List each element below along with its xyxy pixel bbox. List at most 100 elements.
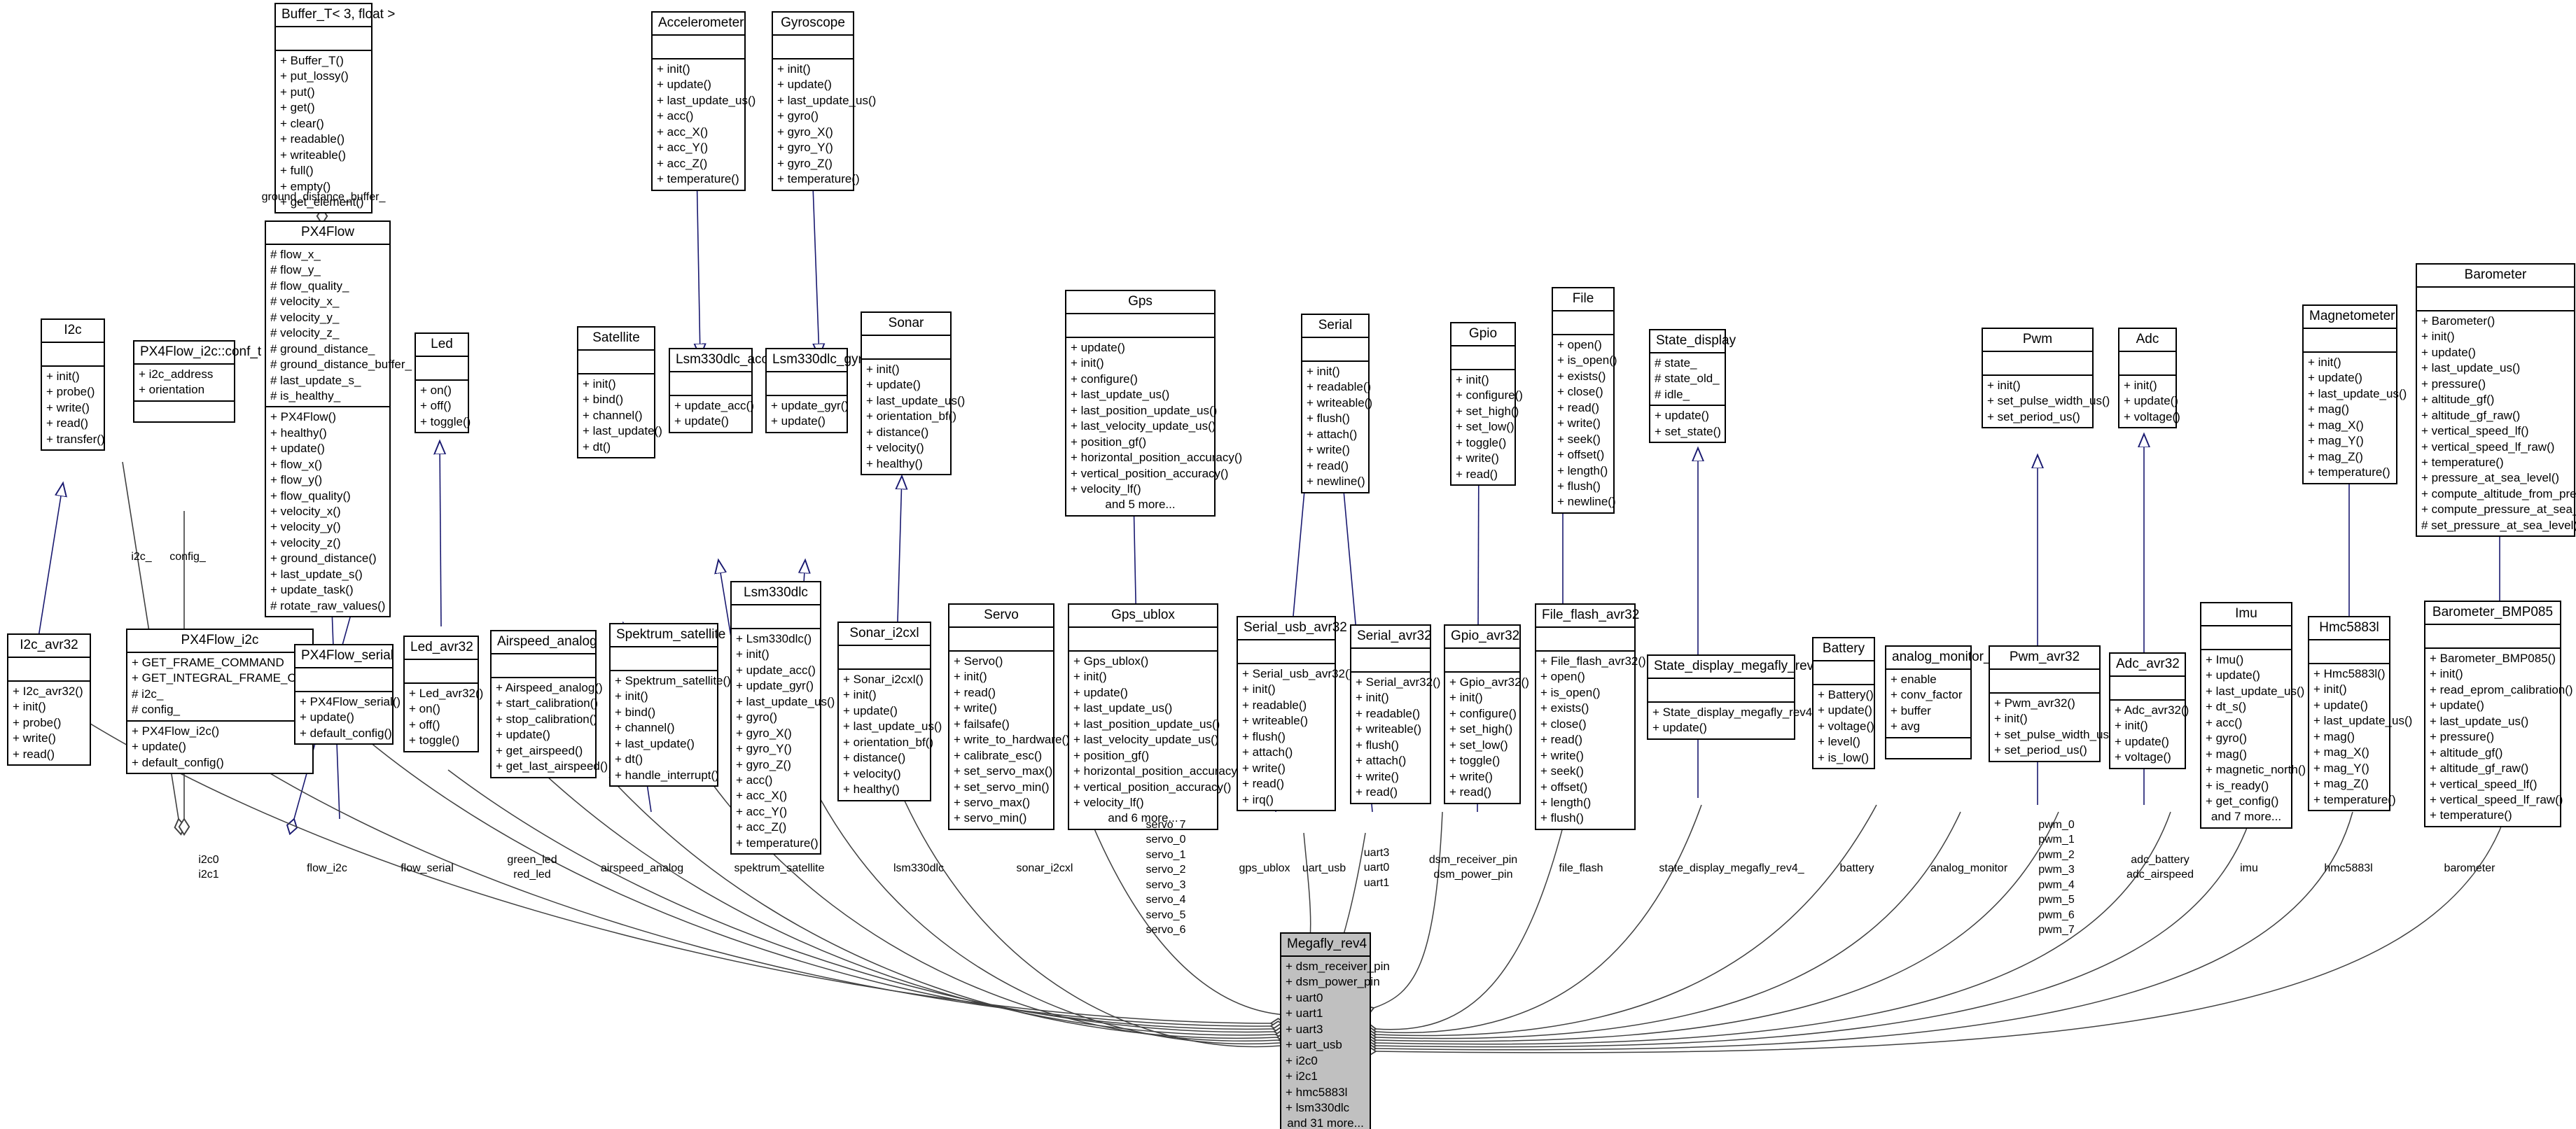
label-line: servo_6 xyxy=(1146,924,1186,937)
member: + close() xyxy=(1540,717,1587,731)
class-barometer[interactable]: Barometer + Barometer() + init() + updat… xyxy=(2416,263,2576,538)
class-attributes xyxy=(732,605,820,629)
class-serial-usb-avr32[interactable]: Serial_usb_avr32 + Serial_usb_avr32() + … xyxy=(1237,616,1353,811)
member: + update_acc() xyxy=(736,663,816,677)
class-i2c[interactable]: I2c + init() + probe() + write() + read(… xyxy=(41,318,105,451)
member: + update() xyxy=(300,710,354,724)
class-name: PX4Flow_i2c xyxy=(127,630,312,653)
class-state-display[interactable]: State_display # state_ # state_old_ # id… xyxy=(1649,329,1736,444)
class-attributes xyxy=(2425,625,2560,649)
class-servo[interactable]: Servo + Servo() + init() + read() + writ… xyxy=(948,603,1070,830)
class-lsm330dlc-gyr[interactable]: Lsm330dlc_gyr + update_gyr() + update() xyxy=(765,348,863,433)
class-led-avr32[interactable]: Led_avr32 + Led_avr32() + on() + off() +… xyxy=(403,636,483,752)
class-gps[interactable]: Gps + update() + init() + configure() + … xyxy=(1065,290,1242,517)
class-operations: + Battery() + update() + voltage() + lev… xyxy=(1813,685,1874,768)
class-operations: + init() + update() + last_update_us() +… xyxy=(773,59,876,190)
class-px4flow-i2c[interactable]: PX4Flow_i2c + GET_FRAME_COMMAND + GET_IN… xyxy=(126,629,350,775)
class-px4flow-serial[interactable]: PX4Flow_serial + PX4Flow_serial() + upda… xyxy=(294,644,401,745)
member: + File_flash_avr32() xyxy=(1540,654,1646,668)
class-operations: + PX4Flow_serial() + update() + default_… xyxy=(295,692,401,743)
member: + default_config() xyxy=(300,726,392,740)
member: + Barometer() xyxy=(2421,314,2495,328)
member: # state_old_ xyxy=(1655,372,1720,386)
member: # idle_ xyxy=(1655,387,1690,401)
member: + write() xyxy=(1456,451,1499,465)
class-file[interactable]: File + open() + is_open() + exists() + c… xyxy=(1552,287,1617,514)
class-lsm330dlc-acc[interactable]: Lsm330dlc_acc + update_acc() + update() xyxy=(669,348,768,433)
member: + horizontal_position_accuracy() xyxy=(1073,764,1246,778)
edge-label-ground-distance-buffer: ground_distance_buffer_ xyxy=(261,191,386,203)
class-attributes: + i2c_address + orientation xyxy=(134,365,234,402)
class-pwm-avr32[interactable]: Pwm_avr32 + Pwm_avr32() + init() + set_p… xyxy=(1989,645,2117,762)
member: + bind() xyxy=(615,705,656,719)
class-gpio-avr32[interactable]: Gpio_avr32 + Gpio_avr32() + init() + con… xyxy=(1444,624,1529,804)
class-gps-ublox[interactable]: Gps_ublox + Gps_ublox() + init() + updat… xyxy=(1068,603,1246,830)
class-hmc5883l[interactable]: Hmc5883l + Hmc5883l() + init() + update(… xyxy=(2308,616,2412,811)
edge-label-servos: servo_7 servo_0 servo_1 servo_2 servo_3 … xyxy=(1146,818,1186,938)
class-lsm330dlc[interactable]: Lsm330dlc + Lsm330dlc() + init() + updat… xyxy=(730,581,835,855)
class-buffer-t[interactable]: Buffer_T< 3, float > + Buffer_T() + put_… xyxy=(274,3,395,214)
class-barometer-bmp085[interactable]: Barometer_BMP085 + Barometer_BMP085() + … xyxy=(2424,601,2573,827)
member: + last_update_us() xyxy=(657,93,756,107)
label-line: dsm_receiver_pin xyxy=(1428,854,1518,866)
class-spektrum-satellite[interactable]: Spektrum_satellite + Spektrum_satellite(… xyxy=(609,623,731,787)
class-pwm[interactable]: Pwm + init() + set_pulse_width_us() + se… xyxy=(1982,328,2110,429)
member: + attach() xyxy=(1307,427,1358,441)
label-line: pwm_6 xyxy=(2038,909,2075,921)
member: + vertical_position_accuracy() xyxy=(1073,780,1232,794)
member: + temperature() xyxy=(657,172,739,186)
class-name: Buffer_T< 3, float > xyxy=(276,4,395,27)
member: + exists() xyxy=(1540,701,1589,715)
class-name: Megafly_rev4 xyxy=(1281,934,1370,957)
member: + update() xyxy=(674,414,729,428)
member: + temperature() xyxy=(2308,465,2390,479)
edge-label-config: config_ xyxy=(169,551,206,563)
class-sonar[interactable]: Sonar + init() + update() + last_update_… xyxy=(861,311,965,476)
class-serial[interactable]: Serial + init() + readable() + writeable… xyxy=(1301,314,1372,493)
class-px4flow[interactable]: PX4Flow # flow_x_ # flow_y_ # flow_quali… xyxy=(265,220,412,618)
class-attributes xyxy=(1553,311,1613,335)
class-imu[interactable]: Imu + Imu() + update() + last_update_us(… xyxy=(2200,602,2306,829)
class-analog-monitor-t[interactable]: analog_monitor_t + enable + conv_factor … xyxy=(1885,645,1995,759)
class-i2c-avr32[interactable]: I2c_avr32 + I2c_avr32() + init() + probe… xyxy=(7,633,91,766)
member: # ground_distance_buffer_ xyxy=(270,358,412,372)
class-led[interactable]: Led + on() + off() + toggle() xyxy=(415,332,471,434)
member: + update() xyxy=(2430,699,2484,713)
class-file-flash-avr32[interactable]: File_flash_avr32 + File_flash_avr32() + … xyxy=(1535,603,1646,830)
member: + init() xyxy=(583,377,616,391)
member: + init() xyxy=(2308,356,2341,369)
class-state-display-megafly-rev4[interactable]: State_display_megafly_rev4 + State_displ… xyxy=(1647,654,1821,740)
member: + I2c_avr32() xyxy=(13,685,83,698)
member: # flow_quality_ xyxy=(270,279,349,293)
member: # i2c_ xyxy=(132,687,164,701)
class-gyroscope[interactable]: Gyroscope + init() + update() + last_upd… xyxy=(772,11,876,191)
member: + close() xyxy=(1557,385,1603,399)
class-gpio[interactable]: Gpio + init() + configure() + set_high()… xyxy=(1450,322,1523,486)
class-megafly-rev4[interactable]: Megafly_rev4 + dsm_receiver_pin + dsm_po… xyxy=(1280,932,1390,1129)
member: + update() xyxy=(1818,703,1872,717)
class-px4flow-i2c-conf-t[interactable]: PX4Flow_i2c::conf_t + i2c_address + orie… xyxy=(133,340,261,423)
member: + servo_max() xyxy=(954,795,1031,809)
class-name: State_display xyxy=(1650,330,1736,353)
class-attributes: + enable + conv_factor + buffer + avg xyxy=(1886,670,1970,738)
member: + GET_FRAME_COMMAND xyxy=(132,656,284,669)
class-airspeed-analog[interactable]: Airspeed_analog + Airspeed_analog() + st… xyxy=(490,630,608,778)
member: + toggle() xyxy=(1456,435,1507,449)
class-sonar-i2cxl[interactable]: Sonar_i2cxl + Sonar_i2cxl() + init() + u… xyxy=(837,622,942,801)
class-serial-avr32[interactable]: Serial_avr32 + Serial_avr32() + init() +… xyxy=(1350,624,1440,804)
member: + init() xyxy=(1307,365,1340,378)
class-attributes xyxy=(862,336,950,360)
class-adc[interactable]: Adc + init() + update() + voltage() xyxy=(2118,328,2180,429)
class-accelerometer[interactable]: Accelerometer + init() + update() + last… xyxy=(651,11,756,191)
class-attributes xyxy=(2110,677,2185,701)
member: + update() xyxy=(1073,685,1128,699)
class-satellite[interactable]: Satellite + init() + bind() + channel() … xyxy=(577,326,662,459)
class-operations: + Led_avr32() + on() + off() + toggle() xyxy=(405,684,483,751)
member: + level() xyxy=(1818,735,1860,749)
class-magnetometer[interactable]: Magnetometer + init() + update() + last_… xyxy=(2302,304,2407,484)
class-adc-avr32[interactable]: Adc_avr32 + Adc_avr32() + init() + updat… xyxy=(2109,652,2189,769)
class-battery[interactable]: Battery + Battery() + update() + voltage… xyxy=(1812,637,1875,770)
member: + PX4Flow() xyxy=(270,410,336,424)
member: + update() xyxy=(1652,721,1707,735)
member: + init() xyxy=(954,670,987,684)
